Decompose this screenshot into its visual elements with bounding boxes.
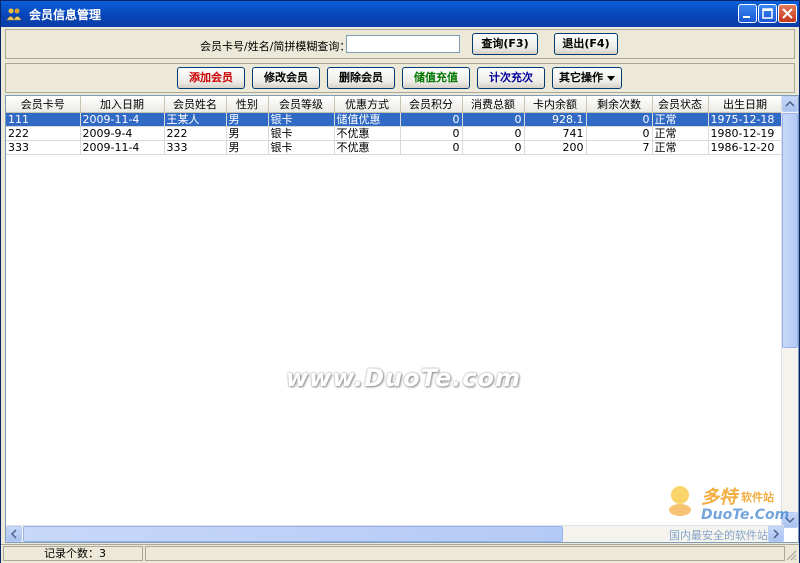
scroll-up-button[interactable] xyxy=(782,96,798,112)
cell-name: 222 xyxy=(164,126,227,141)
cell-discount: 储值优惠 xyxy=(334,112,401,127)
cell-level: 银卡 xyxy=(268,126,335,141)
cell-birthdate: 1980-12-19 xyxy=(708,126,783,141)
column-header[interactable]: 卡内余额 xyxy=(524,96,587,113)
member-table[interactable]: 会员卡号 加入日期 会员姓名 性别 会员等级 优惠方式 会员积分 消费总额 卡内… xyxy=(5,95,799,543)
arrow-up-icon xyxy=(785,100,795,107)
column-header[interactable]: 性别 xyxy=(226,96,269,113)
column-header[interactable]: 剩余次数 xyxy=(586,96,653,113)
column-header[interactable]: 出生日期 xyxy=(708,96,783,113)
status-bar: 记录个数：3 xyxy=(1,544,799,563)
cell-balance: 928.1 xyxy=(524,112,587,127)
cell-gender: 男 xyxy=(226,126,269,141)
record-count: 记录个数：3 xyxy=(3,546,143,561)
cell-birthdate: 1975-12-18 xyxy=(708,112,783,127)
window-title: 会员信息管理 xyxy=(29,8,102,22)
main-window: 会员信息管理 会员卡号/姓名/简拼模糊查询： 查询(F3) 退出(F4) 添加会… xyxy=(0,0,800,563)
watermark-text: www.DuoTe.com xyxy=(286,364,521,392)
search-bar: 会员卡号/姓名/简拼模糊查询： 查询(F3) 退出(F4) xyxy=(5,29,795,59)
watermark-logo-name: 多特 xyxy=(701,487,737,508)
query-button[interactable]: 查询(F3) xyxy=(472,33,538,55)
cell-points: 0 xyxy=(400,140,463,155)
cell-level: 银卡 xyxy=(268,112,335,127)
edit-member-button[interactable]: 修改会员 xyxy=(252,67,320,89)
column-header[interactable]: 消费总额 xyxy=(462,96,525,113)
minimize-icon xyxy=(743,16,750,18)
maximize-button[interactable] xyxy=(758,4,777,23)
count-recharge-button[interactable]: 计次充次 xyxy=(477,67,545,89)
column-header[interactable]: 加入日期 xyxy=(80,96,165,113)
cell-join-date: 2009-11-4 xyxy=(80,112,165,127)
column-header[interactable]: 会员状态 xyxy=(652,96,709,113)
close-icon xyxy=(782,8,793,19)
table-row[interactable]: 222 2009-9-4 222 男 银卡 不优惠 0 0 741 0 正常 1… xyxy=(6,126,783,141)
cell-remaining-count: 7 xyxy=(586,140,653,155)
table-row[interactable]: 333 2009-11-4 333 男 银卡 不优惠 0 0 200 7 正常 … xyxy=(6,140,783,155)
cell-name: 王某人 xyxy=(164,112,227,127)
watermark-logo-sub: 软件站 xyxy=(741,491,774,504)
exit-button[interactable]: 退出(F4) xyxy=(554,33,618,55)
other-actions-dropdown[interactable]: 其它操作 xyxy=(552,67,622,89)
column-header[interactable]: 会员姓名 xyxy=(164,96,227,113)
cell-points: 0 xyxy=(400,126,463,141)
cell-status: 正常 xyxy=(652,140,709,155)
cell-total-spent: 0 xyxy=(462,126,525,141)
chevron-down-icon xyxy=(607,76,615,81)
other-actions-label: 其它操作 xyxy=(559,71,603,84)
cell-birthdate: 1986-12-20 xyxy=(708,140,783,155)
column-header[interactable]: 优惠方式 xyxy=(334,96,401,113)
search-label: 会员卡号/姓名/简拼模糊查询： xyxy=(200,40,351,53)
watermark-tagline: 国内最安全的软件站 xyxy=(669,529,768,542)
arrow-left-icon xyxy=(10,529,17,539)
vertical-scrollbar[interactable] xyxy=(781,96,798,528)
horizontal-scroll-thumb[interactable] xyxy=(23,526,563,542)
action-toolbar: 添加会员 修改会员 删除会员 储值充值 计次充次 其它操作 xyxy=(5,63,795,93)
cell-points: 0 xyxy=(400,112,463,127)
cell-total-spent: 0 xyxy=(462,140,525,155)
delete-member-button[interactable]: 删除会员 xyxy=(327,67,395,89)
cell-gender: 男 xyxy=(226,112,269,127)
column-header[interactable]: 会员积分 xyxy=(400,96,463,113)
duote-watermark-logo: 多特 软件站 DuoTe.Com 国内最安全的软件站 xyxy=(663,483,793,543)
scroll-left-button[interactable] xyxy=(6,526,22,542)
cell-level: 银卡 xyxy=(268,140,335,155)
watermark-logo-url: DuoTe.Com xyxy=(701,507,790,523)
cell-remaining-count: 0 xyxy=(586,112,653,127)
column-header[interactable]: 会员等级 xyxy=(268,96,335,113)
cell-total-spent: 0 xyxy=(462,112,525,127)
vertical-scroll-thumb[interactable] xyxy=(782,113,798,348)
add-member-button[interactable]: 添加会员 xyxy=(177,67,245,89)
cell-gender: 男 xyxy=(226,140,269,155)
minimize-button[interactable] xyxy=(738,4,757,23)
maximize-icon xyxy=(762,8,773,19)
resize-grip-icon[interactable] xyxy=(785,549,797,561)
cell-discount: 不优惠 xyxy=(334,126,401,141)
column-header[interactable]: 会员卡号 xyxy=(6,96,81,113)
recharge-button[interactable]: 储值充值 xyxy=(402,67,470,89)
cell-name: 333 xyxy=(164,140,227,155)
cell-status: 正常 xyxy=(652,112,709,127)
table-header: 会员卡号 加入日期 会员姓名 性别 会员等级 优惠方式 会员积分 消费总额 卡内… xyxy=(6,96,783,113)
cell-join-date: 2009-9-4 xyxy=(80,126,165,141)
title-bar[interactable]: 会员信息管理 xyxy=(1,1,799,27)
table-row[interactable]: 111 2009-11-4 王某人 男 银卡 储值优惠 0 0 928.1 0 … xyxy=(6,112,783,127)
cell-remaining-count: 0 xyxy=(586,126,653,141)
cell-balance: 741 xyxy=(524,126,587,141)
cell-status: 正常 xyxy=(652,126,709,141)
close-button[interactable] xyxy=(778,4,797,23)
mascot-icon xyxy=(669,486,691,516)
cell-discount: 不优惠 xyxy=(334,140,401,155)
search-input[interactable] xyxy=(346,35,460,53)
cell-card-no: 111 xyxy=(6,112,81,127)
cell-balance: 200 xyxy=(524,140,587,155)
cell-card-no: 333 xyxy=(6,140,81,155)
cell-join-date: 2009-11-4 xyxy=(80,140,165,155)
cell-card-no: 222 xyxy=(6,126,81,141)
status-panel xyxy=(145,546,785,561)
app-icon xyxy=(6,8,22,21)
